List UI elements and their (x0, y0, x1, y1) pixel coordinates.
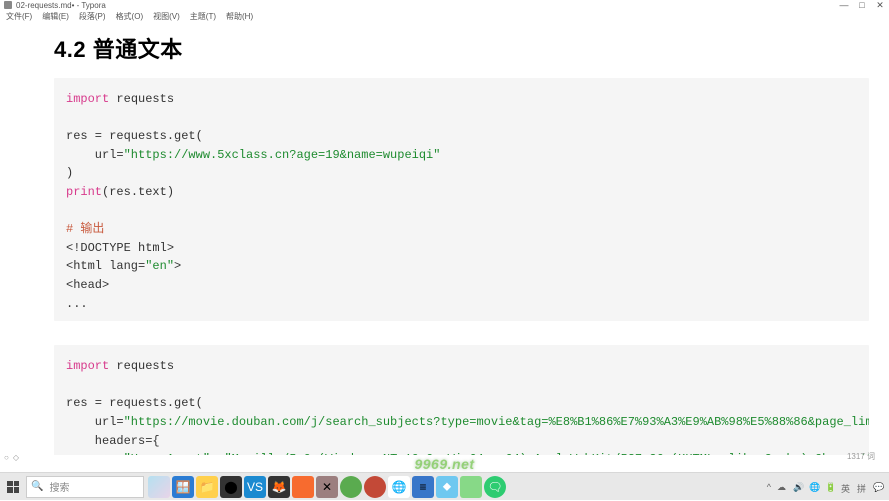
window-title: 02-requests.md• - Typora (16, 1, 106, 10)
tray-battery-icon[interactable]: 🔋 (825, 482, 835, 492)
taskbar-app-5[interactable]: VS (244, 476, 266, 498)
tray-input-icon[interactable]: 拼 (857, 482, 867, 492)
taskbar-app-2[interactable]: 🪟 (172, 476, 194, 498)
taskbar-app-1[interactable] (148, 476, 170, 498)
taskbar-app-4[interactable]: ⬤ (220, 476, 242, 498)
taskbar-app-15[interactable]: 🗨 (484, 476, 506, 498)
code-block-2[interactable]: import requests res = requests.get( url=… (54, 345, 869, 455)
taskbar-app-7[interactable] (292, 476, 314, 498)
close-button[interactable]: ✕ (875, 0, 885, 10)
taskbar: 🔍 搜索 🪟 📁 ⬤ VS 🦊 ✕ 🌐 ≡ ⬥ 🗨 ^ ☁ 🔊 🌐 🔋 英 拼 … (0, 472, 889, 500)
file-tree-icon[interactable]: ◇ (13, 453, 19, 462)
taskbar-app-9[interactable] (340, 476, 362, 498)
tray-volume-icon[interactable]: 🔊 (793, 482, 803, 492)
minimize-button[interactable]: — (839, 0, 849, 10)
taskbar-app-11[interactable]: 🌐 (388, 476, 410, 498)
word-count[interactable]: 1317 词 (847, 451, 875, 462)
menu-help[interactable]: 帮助(H) (224, 10, 255, 24)
taskbar-app-14[interactable] (460, 476, 482, 498)
menu-paragraph[interactable]: 段落(P) (77, 10, 108, 24)
menubar: 文件(F) 编辑(E) 段落(P) 格式(O) 视图(V) 主题(T) 帮助(H… (0, 10, 889, 24)
watermark: 9969.net (414, 456, 474, 472)
heading-4-2: 4.2 普通文本 (54, 32, 869, 64)
app-icon (4, 1, 12, 9)
system-tray[interactable]: ^ ☁ 🔊 🌐 🔋 英 拼 💬 (767, 482, 889, 492)
menu-view[interactable]: 视图(V) (151, 10, 182, 24)
menu-edit[interactable]: 编辑(E) (40, 10, 71, 24)
taskbar-app-12[interactable]: ≡ (412, 476, 434, 498)
search-placeholder: 搜索 (49, 479, 69, 494)
sidebar-toggle[interactable]: ○ ◇ (4, 453, 19, 462)
taskbar-app-10[interactable] (364, 476, 386, 498)
search-icon: 🔍 (31, 481, 43, 492)
taskbar-app-6[interactable]: 🦊 (268, 476, 290, 498)
taskbar-app-8[interactable]: ✕ (316, 476, 338, 498)
taskbar-search[interactable]: 🔍 搜索 (26, 476, 144, 498)
titlebar: 02-requests.md• - Typora — □ ✕ (0, 0, 889, 10)
menu-format[interactable]: 格式(O) (114, 10, 146, 24)
tray-network-icon[interactable]: 🌐 (809, 482, 819, 492)
tray-notification-icon[interactable]: 💬 (873, 482, 883, 492)
taskbar-app-3[interactable]: 📁 (196, 476, 218, 498)
tray-ime-icon[interactable]: 英 (841, 482, 851, 492)
menu-file[interactable]: 文件(F) (4, 10, 34, 24)
outline-icon[interactable]: ○ (4, 453, 9, 462)
windows-logo-icon (7, 481, 19, 493)
tray-chevron-icon[interactable]: ^ (767, 482, 771, 492)
maximize-button[interactable]: □ (857, 0, 867, 10)
start-button[interactable] (0, 473, 26, 501)
editor-content[interactable]: 4.2 普通文本 import requests res = requests.… (0, 24, 889, 455)
tray-onedrive-icon[interactable]: ☁ (777, 482, 787, 492)
code-block-1[interactable]: import requests res = requests.get( url=… (54, 78, 869, 321)
taskbar-app-13[interactable]: ⬥ (436, 476, 458, 498)
menu-theme[interactable]: 主题(T) (188, 10, 218, 24)
